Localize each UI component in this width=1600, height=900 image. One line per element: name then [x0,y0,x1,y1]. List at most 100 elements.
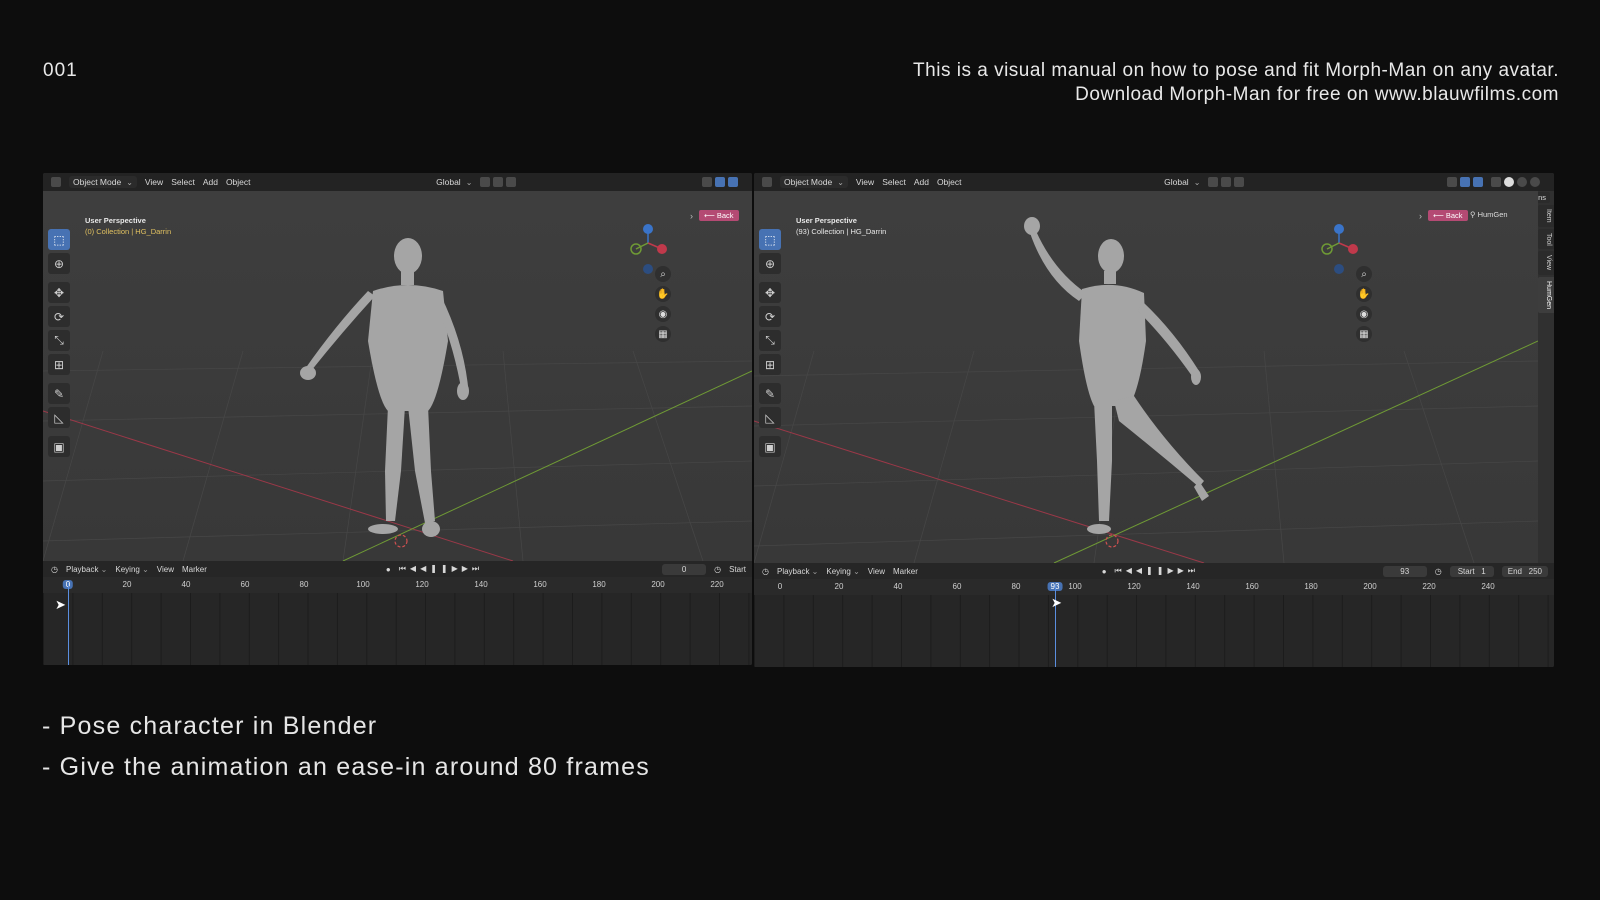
tab-humgen[interactable]: HumGen [1538,276,1554,313]
measure-icon[interactable]: ◺ [759,407,781,428]
playback-menu[interactable]: Playback [66,565,107,574]
snap-icon[interactable] [1208,177,1245,187]
mouse-cursor-icon: ➤ [1051,595,1062,610]
menu-view[interactable]: View [856,177,874,187]
start-frame-field[interactable]: Start 1 [1449,565,1494,577]
playhead[interactable] [68,583,69,665]
select-box-icon[interactable]: ⬚ [759,229,781,250]
menu-select[interactable]: Select [171,177,195,187]
shading-modes-icon[interactable] [1491,177,1541,187]
mouse-cursor-icon: ➤ [55,597,66,612]
editor-type-button[interactable] [51,177,61,187]
record-icon[interactable]: ● [386,565,391,574]
back-button[interactable]: ⟵ Back [1428,210,1468,221]
scale-icon[interactable]: ⤡ [759,330,781,351]
humgen-dropdown[interactable]: ⚲ HumGen [1470,210,1508,219]
transport-controls-icon[interactable]: ⏮◀◀❚❚▶▶⏭ [1115,566,1199,576]
stopwatch-icon[interactable]: ◷ [1435,567,1442,576]
measure-icon[interactable]: ◺ [48,407,70,428]
menu-view[interactable]: View [145,177,163,187]
move-icon[interactable]: ✥ [48,282,70,303]
tab-tool[interactable]: Tool [1538,228,1554,250]
transform-icon[interactable]: ⊞ [48,354,70,375]
frame-ruler[interactable]: 0 20 40 60 80 93 100 120 140 160 180 200… [754,579,1554,595]
timeline-view-menu[interactable]: View [868,567,885,576]
menu-add[interactable]: Add [203,177,218,187]
annotate-icon[interactable]: ✎ [48,383,70,404]
start-frame-label[interactable]: Start [729,565,746,574]
back-button[interactable]: ⟵ Back [699,210,739,221]
keyframe-track[interactable] [43,593,752,665]
grid-icon[interactable]: ▦ [655,326,671,342]
timeline-view-menu[interactable]: View [157,565,174,574]
add-cube-icon[interactable]: ▣ [759,436,781,457]
ruler-tick: 160 [533,580,547,589]
select-box-icon[interactable]: ⬚ [48,229,70,250]
current-frame-field[interactable]: 93 [1382,565,1427,577]
snap-icon[interactable] [480,177,517,187]
ruler-tick: 220 [1422,582,1436,591]
ruler-tick: 40 [893,582,903,591]
timeline-editor[interactable]: ◷ Playback Keying View Marker ● ⏮◀◀❚❚▶▶⏭… [754,563,1554,667]
tool-shelf: ⬚ ⊕ ✥ ⟳ ⤡ ⊞ ✎ ◺ ▣ [759,229,783,457]
clock-icon[interactable]: ◷ [51,565,58,574]
intro-text: This is a visual manual on how to pose a… [913,59,1559,107]
keying-menu[interactable]: Keying [115,565,148,574]
camera-icon[interactable]: ◉ [655,306,671,322]
end-frame-field[interactable]: End 250 [1501,565,1548,577]
chevron-right-icon[interactable]: › [690,211,693,221]
menu-object[interactable]: Object [226,177,251,187]
hand-pan-icon[interactable]: ✋ [655,286,671,302]
zoom-icon[interactable]: ⌕ [655,266,671,282]
viewport-grid [754,217,1538,563]
3d-viewport[interactable]: User Perspective (0) Collection | HG_Dar… [43,191,752,561]
gizmo-toggle-icon[interactable] [702,177,739,187]
start-frame-label: Start [1457,566,1475,576]
menu-select[interactable]: Select [882,177,906,187]
cursor-icon[interactable]: ⊕ [48,253,70,274]
gizmo-toggle-icon[interactable] [1447,177,1484,187]
mode-selector[interactable]: Object Mode [69,176,137,188]
scale-icon[interactable]: ⤡ [48,330,70,351]
record-icon[interactable]: ● [1102,567,1107,576]
chevron-right-icon[interactable]: › [1419,211,1422,221]
cursor-icon[interactable]: ⊕ [759,253,781,274]
camera-icon[interactable]: ◉ [1356,306,1372,322]
clock-icon[interactable]: ◷ [762,567,769,576]
keying-menu[interactable]: Keying [826,567,859,576]
ruler-tick: 60 [952,582,962,591]
current-frame-field[interactable]: 0 [662,563,707,575]
ruler-tick: 120 [415,580,429,589]
annotate-icon[interactable]: ✎ [759,383,781,404]
move-icon[interactable]: ✥ [759,282,781,303]
start-frame-value: 1 [1481,566,1486,576]
orientation-selector[interactable]: Global [1164,177,1200,187]
keyframe-track[interactable] [754,595,1554,667]
stopwatch-icon[interactable]: ◷ [714,565,721,574]
3d-viewport[interactable]: User Perspective (93) Collection | HG_Da… [754,191,1538,563]
transport-controls-icon[interactable]: ⏮◀◀❚❚▶▶⏭ [399,564,483,574]
marker-menu[interactable]: Marker [893,567,918,576]
zoom-icon[interactable]: ⌕ [1356,266,1372,282]
hand-pan-icon[interactable]: ✋ [1356,286,1372,302]
playback-menu[interactable]: Playback [777,567,818,576]
menu-object[interactable]: Object [937,177,962,187]
orientation-selector[interactable]: Global [436,177,472,187]
ruler-tick: 140 [1186,582,1200,591]
frame-ruler[interactable]: 0 20 40 60 80 100 120 140 160 180 200 22… [43,577,752,593]
marker-menu[interactable]: Marker [182,565,207,574]
tab-view[interactable]: View [1538,251,1554,275]
editor-type-button[interactable] [762,177,772,187]
collection-label: (93) Collection | HG_Darrin [796,227,887,236]
mode-selector[interactable]: Object Mode [780,176,848,188]
transform-icon[interactable]: ⊞ [759,354,781,375]
perspective-label: User Perspective [796,216,857,225]
menu-add[interactable]: Add [914,177,929,187]
tab-item[interactable]: Item [1538,205,1554,227]
add-cube-icon[interactable]: ▣ [48,436,70,457]
rotate-icon[interactable]: ⟳ [48,306,70,327]
intro-line-2: Download Morph-Man for free on www.blauw… [1075,84,1559,105]
grid-icon[interactable]: ▦ [1356,326,1372,342]
rotate-icon[interactable]: ⟳ [759,306,781,327]
timeline-editor[interactable]: ◷ Playback Keying View Marker ● ⏮◀◀❚❚▶▶⏭… [43,561,752,665]
